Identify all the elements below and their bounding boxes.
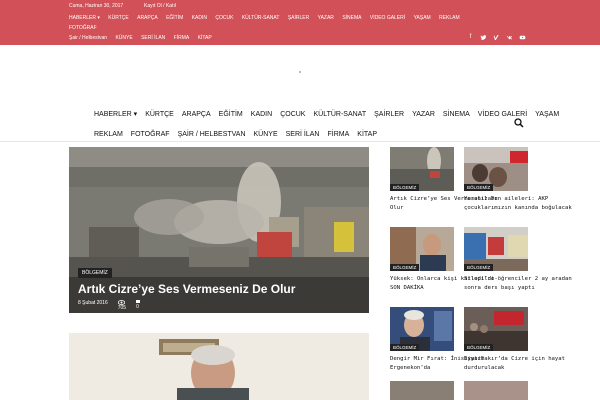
news-thumbnail[interactable]: BÖLGEMİZ [390, 307, 454, 351]
nav-item-arapca[interactable]: ARAPÇA [182, 111, 211, 118]
views-value: 705 [117, 305, 127, 311]
nav-item-kunye[interactable]: KÜNYE [254, 131, 278, 138]
top-nav-item[interactable]: REKLAM [439, 13, 460, 23]
current-date: Cuma, Haziran 30, 2017 [69, 3, 124, 9]
nav-item-cocuk[interactable]: ÇOCUK [280, 111, 305, 118]
nav-divider [0, 141, 600, 142]
news-card[interactable]: BÖLGEMİZ Diyarbakır’da Cizre için hayat … [464, 307, 569, 372]
top-nav-item[interactable]: KİTAP [198, 33, 212, 43]
comments-count[interactable]: 0 [136, 300, 141, 311]
views-count: 705 [117, 300, 127, 311]
top-nav-item[interactable]: ŞAİRLER [288, 13, 309, 23]
featured-date: 8 Şubat 2016 [78, 300, 108, 306]
top-nav-item[interactable]: VİDEO GALERİ [370, 13, 405, 23]
top-nav-item[interactable]: ARAPÇA [137, 13, 158, 23]
top-nav-item[interactable]: YAZAR [318, 13, 334, 23]
nav-item-sinema[interactable]: SİNEMA [443, 111, 470, 118]
second-article[interactable] [69, 333, 369, 400]
nav-item-yasam[interactable]: YAŞAM [535, 111, 559, 118]
top-nav-item[interactable]: FOTOĞRAF [69, 23, 97, 33]
comments-value: 0 [136, 304, 139, 310]
news-thumbnail[interactable]: BÖLGEMİZ [390, 227, 454, 271]
main-nav: HABERLER ▾ KÜRTÇE ARAPÇA EĞİTİM KADIN ÇO… [94, 104, 559, 144]
top-nav-item[interactable]: YAŞAM [414, 13, 431, 23]
site-logo[interactable] [299, 71, 301, 73]
nav-item-kitap[interactable]: KİTAP [357, 131, 377, 138]
top-nav: HABERLER ▾ KÜRTÇE ARAPÇA EĞİTİM KADIN ÇO… [69, 13, 489, 43]
nav-item-sairler[interactable]: ŞAİRLER [374, 111, 404, 118]
top-nav-item[interactable]: Şair / Helbestvan [69, 33, 107, 43]
nav-item-kadin[interactable]: KADIN [251, 111, 272, 118]
vimeo-icon[interactable] [493, 34, 500, 41]
facebook-icon[interactable]: f [467, 34, 474, 41]
top-nav-item[interactable]: KÜLTÜR-SANAT [242, 13, 280, 23]
search-icon[interactable] [514, 115, 524, 128]
top-nav-item[interactable]: SERİ İLAN [141, 33, 165, 43]
news-title[interactable]: Silopi’de öğrenciler 2 ay aradan sonra d… [464, 275, 574, 292]
category-badge[interactable]: BÖLGEMİZ [390, 344, 420, 351]
category-badge[interactable]: BÖLGEMİZ [390, 184, 420, 191]
nav-item-fotograf[interactable]: FOTOĞRAF [131, 131, 170, 138]
vk-icon[interactable] [506, 34, 513, 41]
featured-meta: 8 Şubat 2016 705 0 [78, 300, 141, 311]
top-nav-item[interactable]: FİRMA [174, 33, 190, 43]
news-thumbnail[interactable]: BÖLGEMİZ [464, 307, 528, 351]
top-nav-item[interactable]: KADIN [192, 13, 207, 23]
news-title[interactable]: Yaralıların aileleri: AKP çocuklarımızın… [464, 195, 574, 212]
news-thumbnail[interactable]: BÖLGEMİZ [390, 147, 454, 191]
featured-article[interactable]: BÖLGEMİZ Artık Cizre’ye Ses Vermeseniz D… [69, 147, 369, 313]
news-card[interactable]: BÖLGEMİZ Yaralıların aileleri: AKP çocuk… [464, 147, 572, 212]
nav-item-yazar[interactable]: YAZAR [412, 111, 435, 118]
category-badge[interactable]: BÖLGEMİZ [464, 344, 494, 351]
nav-item-sair-helbestvan[interactable]: ŞAİR / HELBESTVAN [178, 131, 246, 138]
top-nav-item[interactable]: HABERLER ▾ [69, 13, 100, 23]
top-bar: Cuma, Haziran 30, 2017 Kayıt Ol / Katıl … [0, 0, 600, 45]
top-nav-item[interactable]: EĞİTİM [166, 13, 183, 23]
login-link[interactable]: Kayıt Ol / Katıl [144, 3, 176, 9]
news-thumbnail[interactable] [390, 381, 454, 400]
nav-item-firma[interactable]: FİRMA [328, 131, 350, 138]
top-nav-item[interactable]: ÇOCUK [215, 13, 233, 23]
news-thumbnail[interactable] [464, 381, 528, 400]
category-badge[interactable]: BÖLGEMİZ [464, 184, 494, 191]
second-article-image [69, 333, 369, 400]
nav-item-seri-ilan[interactable]: SERİ İLAN [286, 131, 320, 138]
news-thumbnail[interactable]: BÖLGEMİZ [464, 147, 528, 191]
category-badge[interactable]: BÖLGEMİZ [464, 264, 494, 271]
news-title[interactable]: Diyarbakır’da Cizre için hayat durdurula… [464, 355, 574, 372]
category-badge[interactable]: BÖLGEMİZ [78, 268, 112, 278]
nav-item-reklam[interactable]: REKLAM [94, 131, 123, 138]
news-thumbnail[interactable]: BÖLGEMİZ [464, 227, 528, 271]
nav-item-egitim[interactable]: EĞİTİM [219, 111, 243, 118]
social-links: f [467, 34, 526, 41]
main-nav-row: HABERLER ▾ KÜRTÇE ARAPÇA EĞİTİM KADIN ÇO… [94, 104, 559, 124]
nav-item-kultur-sanat[interactable]: KÜLTÜR-SANAT [313, 111, 366, 118]
featured-title[interactable]: Artık Cizre’ye Ses Vermeseniz De Olur [78, 282, 295, 296]
nav-item-haberler[interactable]: HABERLER ▾ [94, 110, 137, 118]
twitter-icon[interactable] [480, 34, 487, 41]
nav-item-kurtce[interactable]: KÜRTÇE [145, 111, 174, 118]
top-nav-item[interactable]: KÜRTÇE [108, 13, 128, 23]
youtube-icon[interactable] [519, 34, 526, 41]
category-badge[interactable]: BÖLGEMİZ [390, 264, 420, 271]
top-nav-item[interactable]: SİNEMA [342, 13, 361, 23]
top-nav-item[interactable]: KÜNYE [115, 33, 132, 43]
news-card[interactable]: BÖLGEMİZ Silopi’de öğrenciler 2 ay arada… [464, 227, 572, 292]
